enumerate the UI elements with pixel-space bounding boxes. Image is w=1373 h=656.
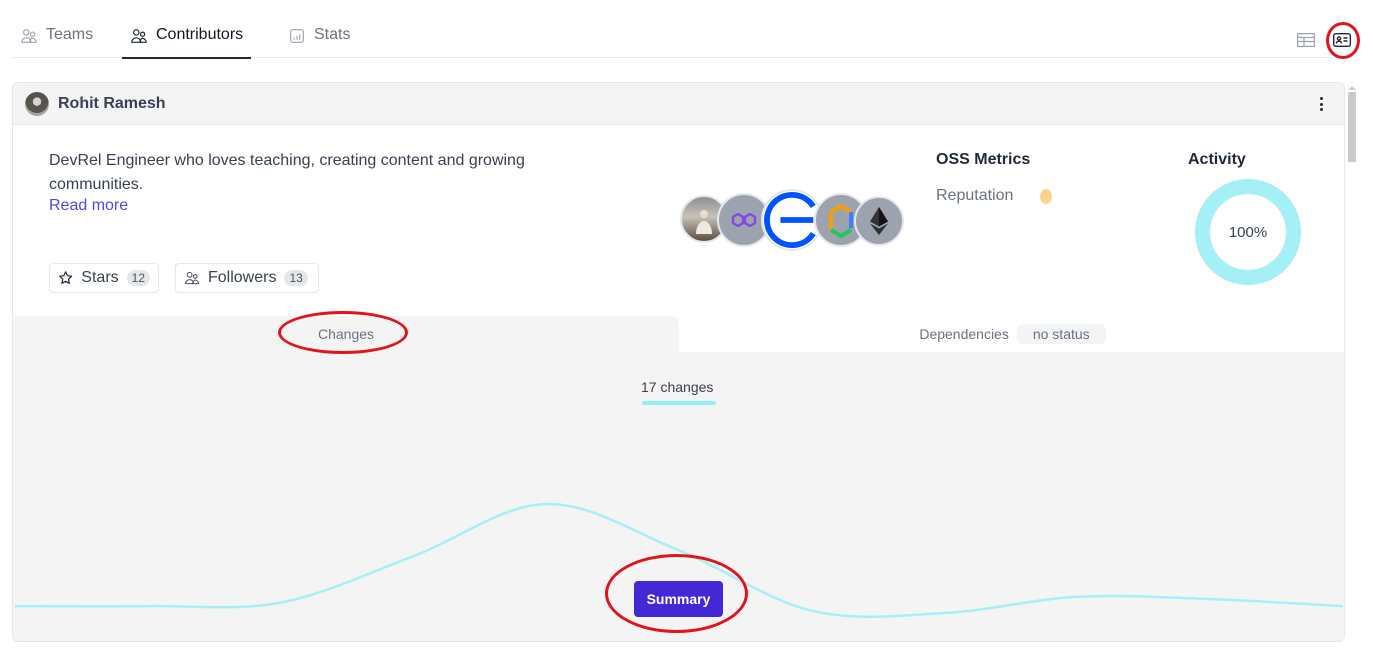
followers-button[interactable]: Followers 13 [175, 263, 319, 293]
contributor-card: Rohit Ramesh DevRel Engineer who loves t… [12, 82, 1345, 642]
users-icon [21, 29, 37, 43]
stars-label: Stars [81, 269, 119, 286]
reputation-indicator [1040, 189, 1052, 204]
tab-label: Contributors [156, 26, 244, 43]
organization-avatars [680, 189, 910, 251]
changes-count: 17 changes [641, 379, 714, 395]
org-avatar-ethereum[interactable] [854, 196, 904, 246]
summary-button[interactable]: Summary [634, 581, 723, 617]
users-icon [185, 271, 199, 285]
scrollbar-thumb[interactable] [1348, 92, 1356, 162]
ethereum-icon [870, 207, 888, 235]
contributor-name: Rohit Ramesh [58, 94, 166, 112]
tab-teams[interactable]: Teams [20, 26, 93, 58]
activity-value: 100% [1228, 223, 1268, 241]
status-badge: no status [1016, 324, 1106, 344]
star-icon [59, 271, 73, 284]
tab-dependencies-label: Dependencies [919, 326, 1009, 342]
id-card-icon [1333, 33, 1351, 47]
tab-changes-label: Changes [317, 326, 375, 342]
card-view-button[interactable] [1330, 28, 1354, 52]
tab-label: Stats [314, 26, 351, 43]
table-view-button[interactable] [1294, 28, 1318, 52]
detail-tabs: Changes Dependencies no status [13, 316, 1344, 352]
more-options-icon[interactable] [1316, 95, 1326, 113]
stars-count: 12 [126, 270, 150, 286]
card-header: Rohit Ramesh [13, 83, 1344, 125]
tab-label: Teams [46, 26, 94, 43]
activity-title: Activity [1188, 151, 1246, 168]
table-icon [1297, 33, 1315, 47]
contributor-bio: DevRel Engineer who loves teaching, crea… [49, 152, 525, 193]
bar-chart-icon [290, 29, 304, 43]
polygon-icon [731, 212, 757, 228]
users-icon [131, 29, 147, 43]
avatar [25, 91, 49, 116]
stars-button[interactable]: Stars 12 [49, 263, 159, 293]
tab-dependencies[interactable]: Dependencies no status [679, 316, 1344, 352]
person-photo-icon [696, 210, 712, 234]
tab-contributors[interactable]: Contributors [122, 26, 252, 59]
followers-count: 13 [284, 270, 308, 286]
tab-stats[interactable]: Stats [288, 26, 350, 58]
tab-changes[interactable]: Changes [13, 316, 679, 352]
oss-metrics-title: OSS Metrics [936, 151, 1031, 168]
changes-panel: 17 changes Summary [13, 352, 1344, 641]
followers-label: Followers [208, 269, 277, 286]
reputation-label: Reputation [936, 187, 1014, 204]
scroll-up-arrow[interactable] [1348, 86, 1356, 90]
read-more-link[interactable]: Read more [49, 197, 128, 215]
e-logo-icon [764, 191, 816, 249]
changes-indicator-bar [642, 401, 716, 405]
activity-donut: 100% [1195, 179, 1301, 285]
view-tabs: Teams Contributors Stats [12, 20, 1344, 59]
